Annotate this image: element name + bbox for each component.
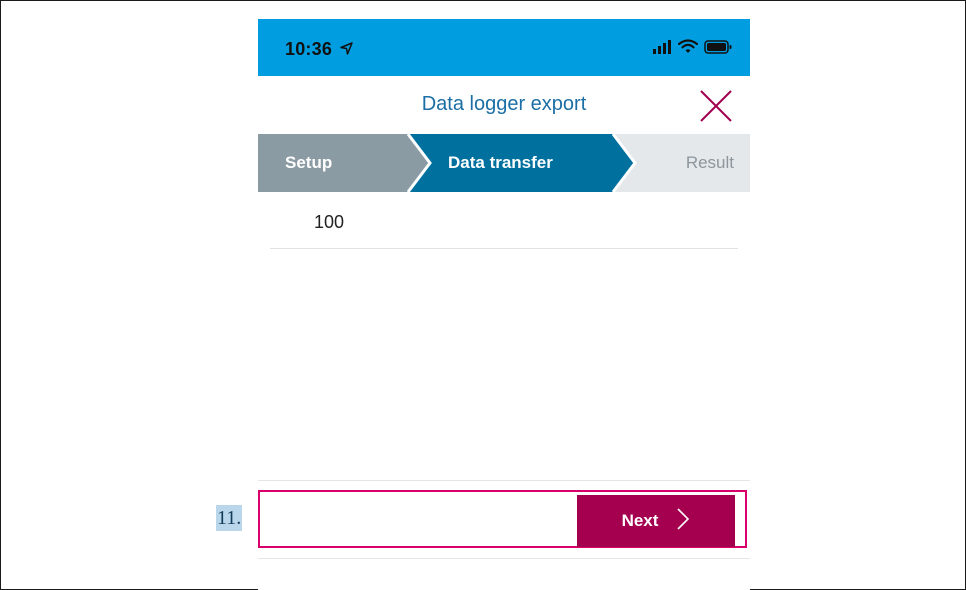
footer-divider-top: [258, 480, 750, 481]
progress-stepper: Setup Data transfer Result: [258, 134, 750, 192]
phone-screen: 10:36 Data logger export Setup Data tran…: [258, 19, 750, 590]
instruction-step-number: 11.: [216, 505, 243, 531]
footer-divider-bottom: [258, 558, 750, 559]
transfer-value: 100: [314, 212, 345, 232]
status-icons: [652, 39, 732, 59]
list-item: 100: [270, 192, 738, 249]
step-setup-shape: [258, 134, 430, 192]
status-time: 10:36: [285, 39, 353, 60]
signal-icon: [652, 39, 672, 59]
step-setup: Setup: [285, 153, 333, 172]
step-result: Result: [685, 153, 734, 172]
close-icon: [698, 90, 734, 128]
next-button[interactable]: Next: [577, 495, 735, 547]
status-time-text: 10:36: [285, 39, 333, 59]
app-header: Data logger export: [258, 76, 750, 134]
chevron-right-icon: [676, 507, 690, 536]
next-button-label: Next: [621, 511, 659, 530]
step-data-transfer: Data transfer: [448, 153, 553, 172]
battery-icon: [704, 39, 732, 59]
page-title: Data logger export: [421, 93, 587, 115]
status-bar: 10:36: [258, 19, 750, 76]
location-arrow-icon: [335, 42, 353, 59]
wifi-icon: [677, 39, 699, 59]
highlighted-footer: Next: [258, 490, 747, 548]
close-button[interactable]: [698, 88, 734, 124]
